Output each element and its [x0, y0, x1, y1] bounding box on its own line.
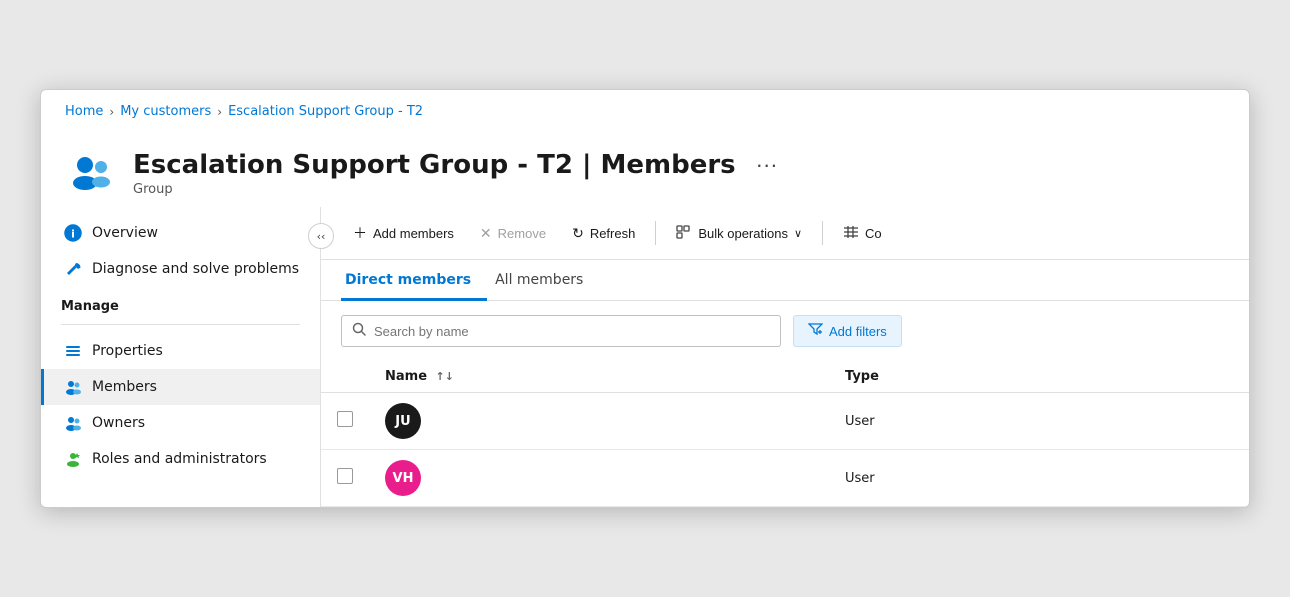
filter-plus-icon	[808, 322, 823, 340]
owners-icon	[64, 414, 82, 432]
sidebar-collapse-button[interactable]: ‹‹	[308, 223, 334, 249]
sidebar-item-members[interactable]: Members	[41, 369, 320, 405]
row-checkbox-cell[interactable]	[321, 450, 369, 507]
svg-text:i: i	[71, 228, 75, 241]
sidebar-item-overview[interactable]: i Overview	[41, 215, 320, 251]
search-input[interactable]	[374, 324, 770, 339]
row-name-cell: VH	[369, 450, 829, 507]
sidebar-item-owners[interactable]: Owners	[41, 405, 320, 441]
add-members-button[interactable]: ＋ Add members	[341, 217, 466, 249]
add-icon: ＋	[353, 223, 367, 243]
col-header-checkbox	[321, 361, 369, 393]
toolbar: ＋ Add members ✕ Remove ↻ Refresh	[321, 207, 1249, 260]
col-header-name[interactable]: Name ↑↓	[369, 361, 829, 393]
app-window: Home › My customers › Escalation Support…	[40, 89, 1250, 508]
row-checkbox-cell[interactable]	[321, 393, 369, 450]
sidebar-item-properties[interactable]: Properties	[41, 333, 320, 369]
remove-button[interactable]: ✕ Remove	[468, 219, 558, 248]
page-title: Escalation Support Group - T2 | Members	[133, 150, 736, 180]
row-name-cell: JU	[369, 393, 829, 450]
search-box	[341, 315, 781, 347]
sidebar-item-roles-label: Roles and administrators	[92, 451, 267, 467]
table-row: JU User	[321, 393, 1249, 450]
bulk-ops-chevron-icon: ∨	[794, 227, 802, 240]
main-content: ＋ Add members ✕ Remove ↻ Refresh	[321, 207, 1249, 507]
sidebar-item-roles[interactable]: Roles and administrators	[41, 441, 320, 477]
toolbar-separator-2	[822, 221, 823, 245]
row-type-cell: User	[829, 450, 1249, 507]
toolbar-separator-1	[655, 221, 656, 245]
search-icon	[352, 322, 366, 340]
properties-icon	[64, 342, 82, 360]
col-header-type: Type	[829, 361, 1249, 393]
remove-icon: ✕	[480, 225, 492, 242]
row-checkbox[interactable]	[337, 468, 353, 484]
sidebar-item-members-label: Members	[92, 379, 157, 395]
wrench-icon	[64, 260, 82, 278]
page-header: Escalation Support Group - T2 | Members …	[41, 127, 1249, 207]
members-table: Name ↑↓ Type JU User VH	[321, 361, 1249, 507]
search-filter-row: Add filters	[321, 301, 1249, 361]
refresh-icon: ↻	[572, 225, 584, 242]
page-title-group: Escalation Support Group - T2 | Members …	[133, 150, 782, 197]
avatar: VH	[385, 460, 421, 496]
tab-direct-members[interactable]: Direct members	[341, 260, 487, 301]
sidebar: ‹‹ i Overview Di	[41, 207, 321, 507]
sidebar-item-properties-label: Properties	[92, 343, 163, 359]
row-type-cell: User	[829, 393, 1249, 450]
nav-divider	[61, 324, 300, 325]
table-row: VH User	[321, 450, 1249, 507]
breadcrumb-home[interactable]: Home	[65, 104, 103, 119]
refresh-button[interactable]: ↻ Refresh	[560, 219, 647, 248]
row-checkbox[interactable]	[337, 411, 353, 427]
sidebar-item-diagnose[interactable]: Diagnose and solve problems	[41, 251, 320, 287]
breadcrumb-customers[interactable]: My customers	[120, 104, 211, 119]
breadcrumb-current: Escalation Support Group - T2	[228, 104, 423, 119]
columns-icon	[843, 225, 859, 242]
sidebar-item-owners-label: Owners	[92, 415, 145, 431]
manage-section-label: Manage	[41, 287, 320, 320]
more-options-button[interactable]: ···	[752, 154, 782, 176]
breadcrumb: Home › My customers › Escalation Support…	[41, 90, 1249, 127]
members-icon	[64, 378, 82, 396]
sort-icon: ↑↓	[436, 370, 454, 383]
bulk-icon	[676, 224, 692, 243]
body-layout: ‹‹ i Overview Di	[41, 207, 1249, 507]
bulk-operations-button[interactable]: Bulk operations ∨	[664, 218, 814, 249]
add-filters-button[interactable]: Add filters	[793, 315, 902, 347]
avatar: JU	[385, 403, 421, 439]
info-icon: i	[64, 224, 82, 242]
group-icon	[65, 147, 117, 199]
tab-all-members[interactable]: All members	[491, 260, 599, 301]
page-subtitle: Group	[133, 182, 782, 197]
sidebar-item-diagnose-label: Diagnose and solve problems	[92, 261, 299, 277]
columns-button[interactable]: Co	[831, 219, 894, 248]
roles-icon	[64, 450, 82, 468]
sidebar-item-overview-label: Overview	[92, 225, 158, 241]
tabs: Direct members All members	[321, 260, 1249, 301]
